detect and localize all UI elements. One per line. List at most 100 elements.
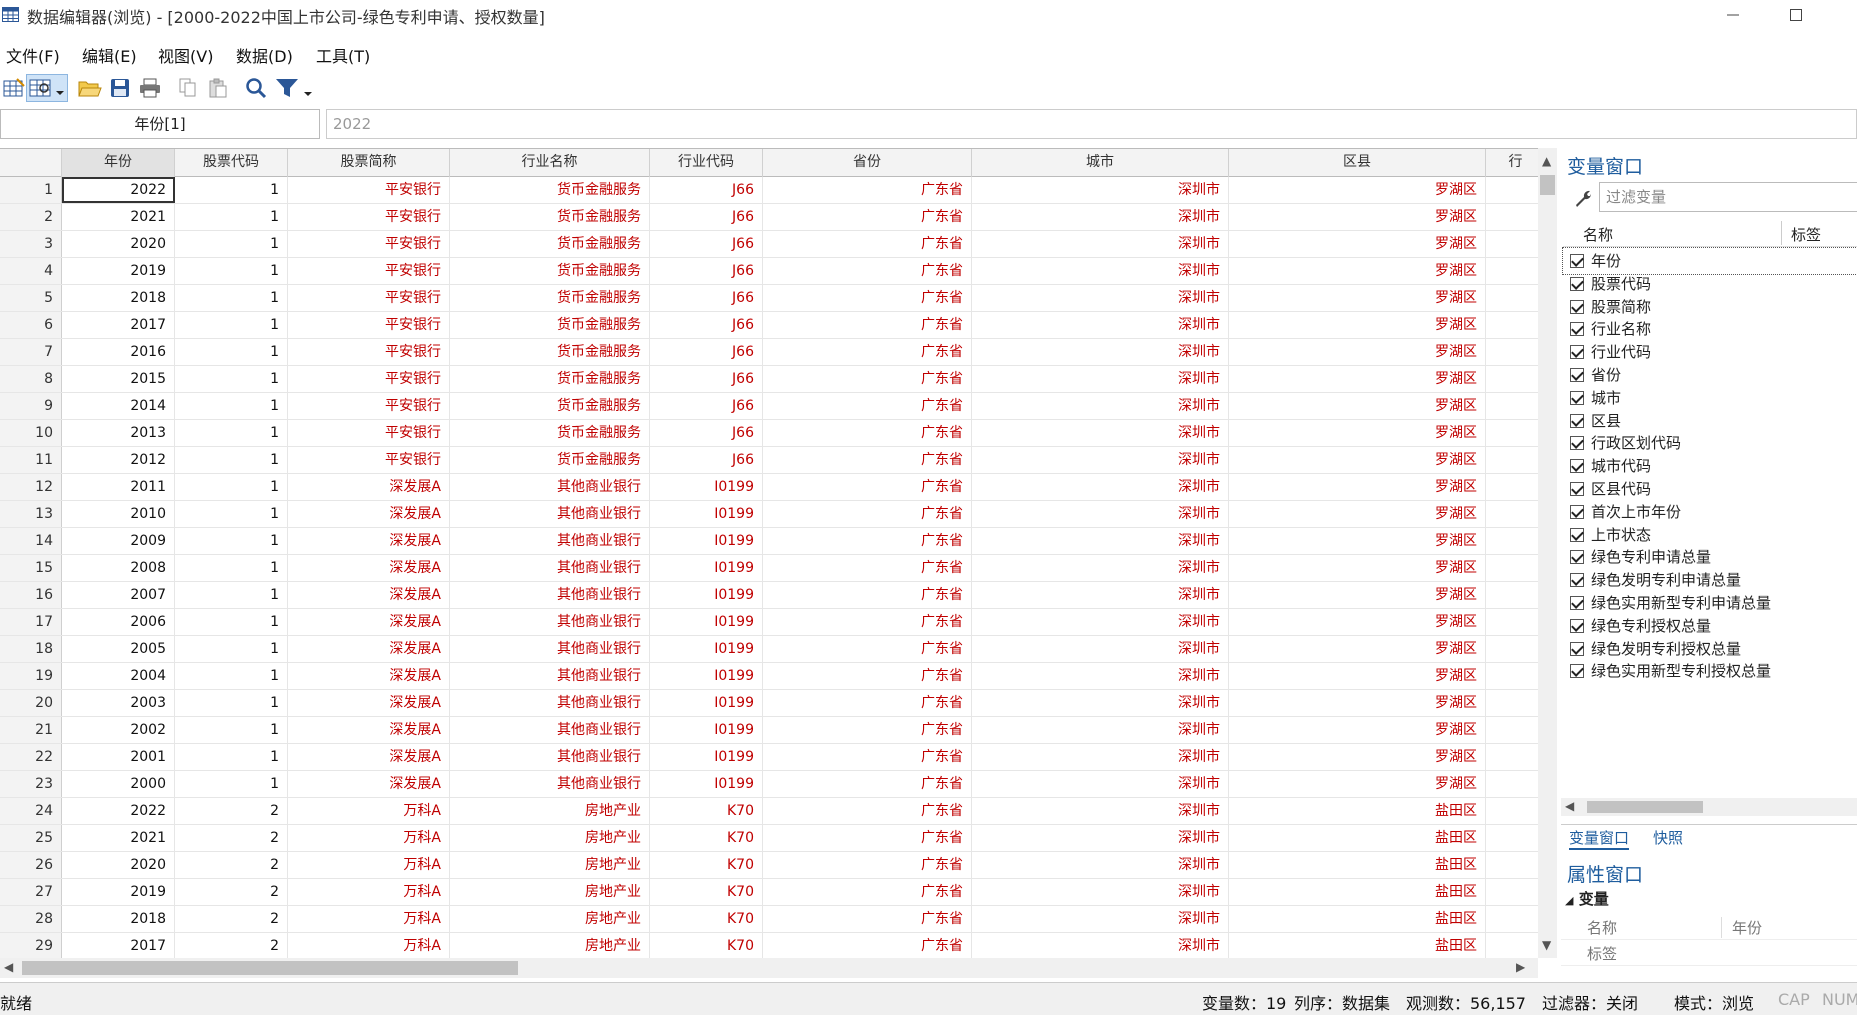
table-cell[interactable]: 2011 [62, 474, 175, 500]
table-cell[interactable]: K70 [650, 906, 763, 932]
table-cell[interactable]: 平安银行 [288, 204, 450, 230]
variable-checkbox[interactable] [1570, 459, 1584, 474]
name-column-header[interactable]: 名称 [1583, 224, 1613, 245]
table-cell[interactable]: 房地产业 [450, 933, 650, 958]
table-cell[interactable]: 其他商业银行 [450, 771, 650, 797]
table-cell[interactable]: 2017 [62, 312, 175, 338]
table-cell[interactable]: 深圳市 [972, 636, 1229, 662]
table-cell[interactable]: 广东省 [763, 744, 972, 770]
table-cell[interactable]: I0199 [650, 690, 763, 716]
table-cell[interactable]: J66 [650, 231, 763, 257]
find-button[interactable] [242, 74, 270, 102]
menu-data[interactable]: 数据(D) [236, 43, 293, 67]
table-cell[interactable]: 2 [175, 852, 288, 878]
table-cell[interactable]: K70 [650, 798, 763, 824]
variable-checkbox[interactable] [1570, 299, 1584, 314]
table-cell[interactable]: 万科A [288, 825, 450, 851]
property-value[interactable]: 年份 [1721, 917, 1762, 938]
table-cell[interactable]: 其他商业银行 [450, 663, 650, 689]
table-cell[interactable]: 2003 [62, 690, 175, 716]
collapse-triangle-icon[interactable]: ◢ [1565, 894, 1573, 907]
table-cell[interactable]: 深圳市 [972, 420, 1229, 446]
table-cell[interactable]: 2005 [62, 636, 175, 662]
table-cell[interactable]: 罗湖区 [1229, 663, 1486, 689]
table-cell[interactable]: 1 [175, 744, 288, 770]
table-cell[interactable]: 深圳市 [972, 852, 1229, 878]
table-cell[interactable]: 深圳市 [972, 231, 1229, 257]
table-cell[interactable]: 罗湖区 [1229, 177, 1486, 203]
table-cell[interactable]: J66 [650, 393, 763, 419]
table-cell[interactable]: 2000 [62, 771, 175, 797]
print-button[interactable] [136, 74, 164, 102]
table-cell[interactable]: 2 [175, 933, 288, 958]
table-cell[interactable]: 罗湖区 [1229, 258, 1486, 284]
table-cell[interactable]: 1 [175, 420, 288, 446]
table-cell[interactable]: 1 [175, 339, 288, 365]
table-cell[interactable]: J66 [650, 285, 763, 311]
table-cell[interactable]: I0199 [650, 771, 763, 797]
column-header[interactable]: 股票简称 [288, 149, 450, 177]
horizontal-scrollbar[interactable]: ◀ ▶ [0, 958, 1538, 978]
table-cell[interactable]: 广东省 [763, 339, 972, 365]
table-cell[interactable]: 广东省 [763, 906, 972, 932]
table-cell[interactable]: 深圳市 [972, 690, 1229, 716]
variable-checkbox[interactable] [1570, 664, 1584, 679]
variable-checkbox[interactable] [1570, 596, 1584, 610]
column-header[interactable]: 城市 [972, 149, 1229, 177]
table-cell[interactable]: 罗湖区 [1229, 204, 1486, 230]
table-cell[interactable]: I0199 [650, 663, 763, 689]
scroll-down-icon[interactable]: ▼ [1542, 938, 1551, 952]
table-cell[interactable]: 盐田区 [1229, 933, 1486, 958]
table-cell[interactable]: K70 [650, 879, 763, 905]
table-cell[interactable]: 罗湖区 [1229, 609, 1486, 635]
table-cell[interactable]: K70 [650, 933, 763, 958]
table-cell[interactable]: 货币金融服务 [450, 258, 650, 284]
variables-scroll-thumb[interactable] [1587, 801, 1703, 813]
table-cell[interactable]: 广东省 [763, 771, 972, 797]
table-cell[interactable]: 2008 [62, 555, 175, 581]
column-header[interactable]: 股票代码 [175, 149, 288, 177]
table-cell[interactable]: 2018 [62, 285, 175, 311]
variable-checkbox[interactable] [1570, 618, 1584, 633]
table-cell[interactable]: 广东省 [763, 933, 972, 958]
table-cell[interactable]: 1 [175, 285, 288, 311]
column-divider[interactable] [1781, 221, 1782, 245]
table-cell[interactable]: 深圳市 [972, 393, 1229, 419]
table-cell[interactable]: 广东省 [763, 609, 972, 635]
table-cell[interactable]: 平安银行 [288, 393, 450, 419]
table-cell[interactable]: 广东省 [763, 312, 972, 338]
table-cell[interactable]: 广东省 [763, 366, 972, 392]
table-cell[interactable]: 1 [175, 258, 288, 284]
table-cell[interactable]: 深发展A [288, 555, 450, 581]
table-cell[interactable]: 罗湖区 [1229, 636, 1486, 662]
edit-mode-button[interactable] [0, 74, 28, 102]
vertical-scroll-thumb[interactable] [1540, 175, 1555, 195]
table-cell[interactable]: 深圳市 [972, 501, 1229, 527]
table-cell[interactable]: 平安银行 [288, 339, 450, 365]
table-cell[interactable]: 罗湖区 [1229, 366, 1486, 392]
filter-variables-input[interactable]: 过滤变量 [1599, 182, 1857, 212]
table-cell[interactable]: 房地产业 [450, 879, 650, 905]
table-cell[interactable]: 广东省 [763, 582, 972, 608]
table-cell[interactable]: 货币金融服务 [450, 339, 650, 365]
table-cell[interactable]: 2001 [62, 744, 175, 770]
table-cell[interactable]: 深圳市 [972, 447, 1229, 473]
variable-checkbox[interactable] [1570, 390, 1584, 405]
table-cell[interactable]: I0199 [650, 717, 763, 743]
table-cell[interactable]: 广东省 [763, 285, 972, 311]
copy-button[interactable] [174, 74, 202, 102]
table-cell[interactable]: J66 [650, 339, 763, 365]
table-cell[interactable]: 罗湖区 [1229, 528, 1486, 554]
table-cell[interactable]: I0199 [650, 582, 763, 608]
table-cell[interactable]: 深圳市 [972, 744, 1229, 770]
table-cell[interactable]: 2015 [62, 366, 175, 392]
table-cell[interactable]: 2009 [62, 528, 175, 554]
table-cell[interactable]: 万科A [288, 933, 450, 958]
table-cell[interactable]: J66 [650, 366, 763, 392]
table-cell[interactable]: J66 [650, 420, 763, 446]
table-cell[interactable]: 其他商业银行 [450, 690, 650, 716]
table-cell[interactable]: 2004 [62, 663, 175, 689]
table-cell[interactable]: 广东省 [763, 825, 972, 851]
table-cell[interactable]: 2006 [62, 609, 175, 635]
table-cell[interactable]: 盐田区 [1229, 798, 1486, 824]
